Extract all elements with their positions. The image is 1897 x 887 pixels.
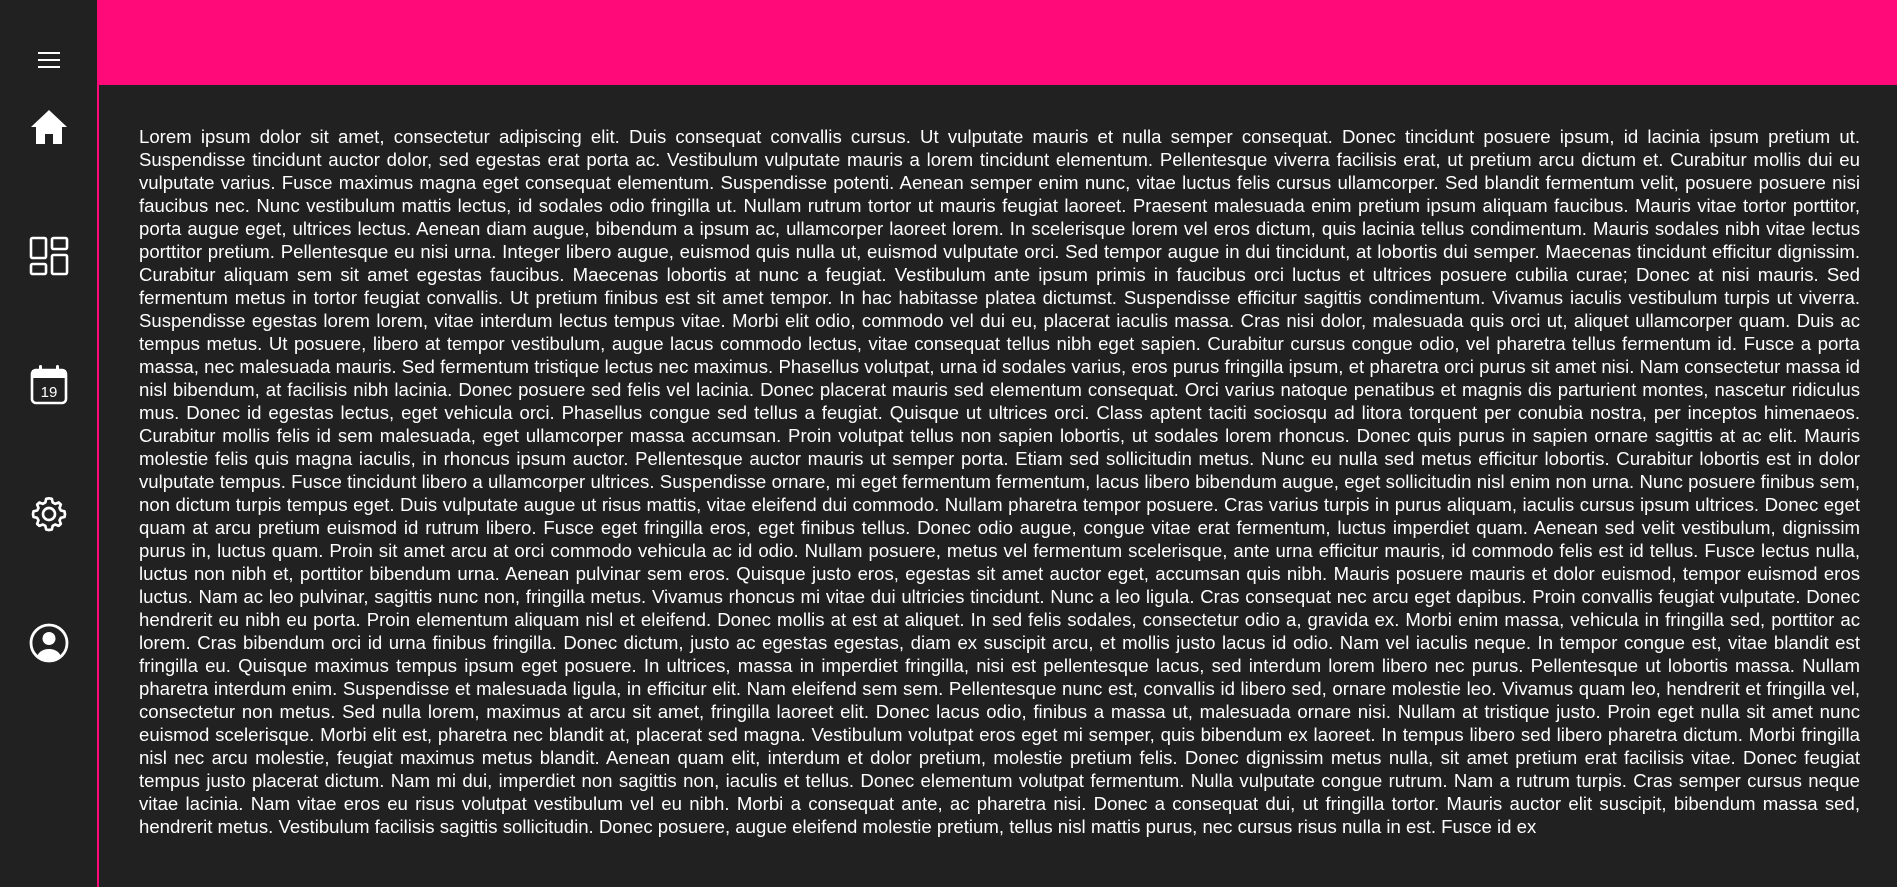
top-bar [99, 0, 1897, 85]
menu-button[interactable] [37, 51, 60, 69]
hamburger-menu-icon [37, 52, 60, 68]
body-text: Lorem ipsum dolor sit amet, consectetur … [139, 126, 1860, 837]
dashboard-icon [29, 236, 68, 276]
account-button[interactable] [29, 623, 69, 663]
account-circle-icon [29, 623, 68, 663]
gear-icon [31, 497, 66, 532]
calendar-badge: 19 [40, 384, 57, 401]
calendar-icon: 19 [30, 365, 67, 405]
settings-button[interactable] [29, 494, 69, 534]
home-button[interactable] [30, 109, 68, 145]
dashboard-button[interactable] [29, 236, 69, 276]
home-icon [30, 110, 67, 144]
calendar-button[interactable]: 19 [30, 365, 68, 405]
sidebar: 19 [0, 0, 99, 887]
